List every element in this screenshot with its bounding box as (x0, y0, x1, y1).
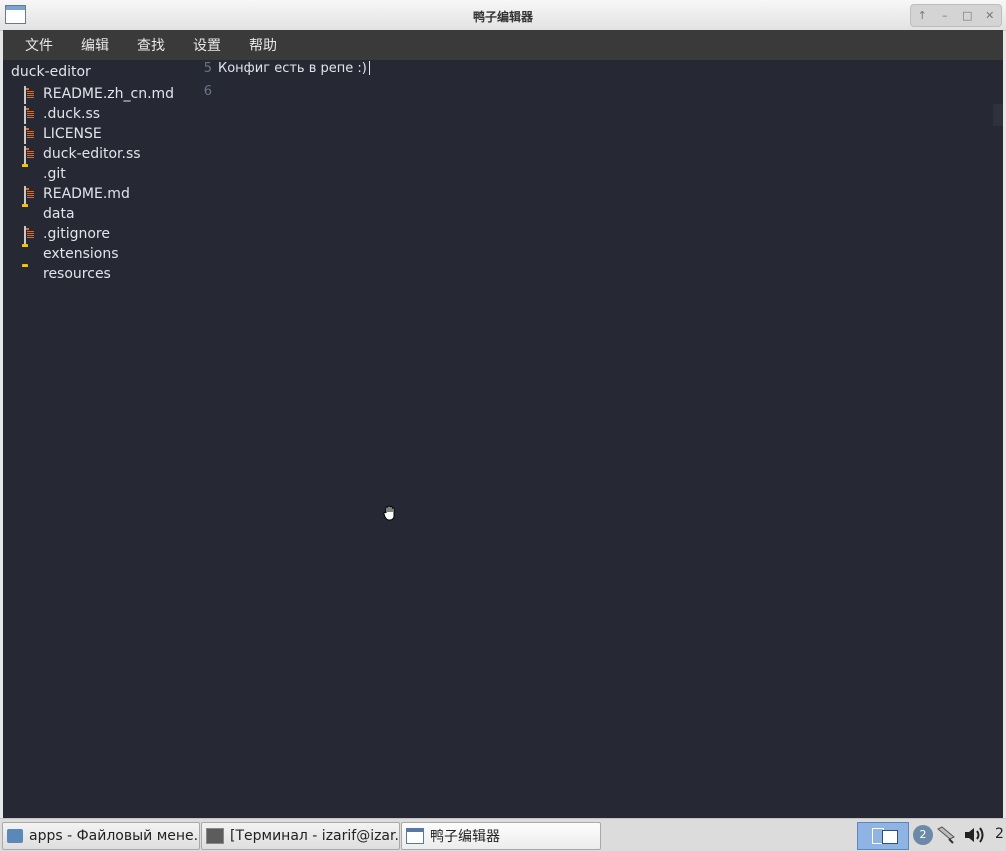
line-text[interactable]: Конфиг есть в репе :) (218, 61, 367, 76)
taskbar: apps - Файловый мене... [Терминал - izar… (0, 818, 1006, 851)
tree-item-label: .git (43, 166, 66, 182)
menu-find[interactable]: 查找 (121, 35, 181, 55)
tree-item-label: duck-editor.ss (43, 146, 141, 162)
tree-item-label: resources (43, 266, 111, 282)
menu-settings[interactable]: 设置 (177, 35, 237, 55)
tree-item-label: LICENSE (43, 126, 102, 142)
folder-icon (7, 829, 23, 843)
file-icon (24, 146, 26, 164)
tree-item[interactable]: data (22, 204, 174, 224)
tree-item[interactable]: resources (22, 264, 174, 284)
tree-item[interactable]: README.md (22, 184, 174, 204)
task-terminal[interactable]: [Терминал - izarif@izar... (201, 822, 400, 850)
line-number: 6 (203, 83, 212, 99)
tree-item[interactable]: LICENSE (22, 124, 174, 144)
tree-item-label: README.zh_cn.md (43, 86, 175, 102)
close-button[interactable]: ✕ (981, 7, 999, 25)
tree-list: README.zh_cn.md .duck.ss LICENSE duck-ed… (22, 84, 174, 284)
tree-item-label: .gitignore (43, 226, 110, 242)
menu-help[interactable]: 帮助 (233, 35, 293, 55)
tree-item[interactable]: duck-editor.ss (22, 144, 174, 164)
maximize-button[interactable]: □ (958, 7, 976, 25)
minimize-button[interactable]: – (936, 7, 954, 25)
tree-item-label: README.md (43, 186, 130, 202)
file-icon (24, 86, 26, 104)
tree-root[interactable]: duck-editor (11, 64, 91, 80)
text-cursor (368, 61, 370, 75)
menu-bar: 文件 编辑 查找 设置 帮助 (3, 30, 1003, 60)
scrollbar-thumb[interactable] (993, 104, 1003, 126)
task-duck-editor[interactable]: 鸭子编辑器 (401, 822, 601, 850)
workspace-switcher[interactable] (857, 822, 909, 850)
menu-file[interactable]: 文件 (9, 35, 69, 55)
tree-item[interactable]: .git (22, 164, 174, 184)
editor-main: duck-editor README.zh_cn.md .duck.ss LIC… (3, 60, 1003, 818)
notification-badge[interactable]: 2 (913, 825, 933, 845)
tree-item[interactable]: README.zh_cn.md (22, 84, 174, 104)
window-title: 鸭子编辑器 (472, 10, 533, 24)
line-number: 5 (203, 60, 212, 76)
clock[interactable]: 2 (995, 826, 1004, 842)
file-tree: duck-editor README.zh_cn.md .duck.ss LIC… (3, 60, 198, 818)
tree-item[interactable]: extensions (22, 244, 174, 264)
tree-item-label: extensions (43, 246, 119, 262)
terminal-icon (206, 828, 224, 844)
editor-line[interactable]: 5 Конфиг есть в репе :) (198, 57, 370, 79)
task-label: 鸭子编辑器 (430, 829, 500, 845)
keep-above-button[interactable]: ↑ (913, 7, 931, 25)
network-icon[interactable] (935, 825, 957, 845)
file-icon (24, 106, 26, 124)
tree-item-label: .duck.ss (43, 106, 101, 122)
menu-edit[interactable]: 编辑 (65, 35, 125, 55)
task-label: apps - Файловый мене... (29, 828, 200, 844)
tree-item-label: data (43, 206, 75, 222)
tree-item[interactable]: .gitignore (22, 224, 174, 244)
task-file-manager[interactable]: apps - Файловый мене... (2, 822, 200, 850)
volume-icon[interactable] (963, 825, 987, 845)
text-editor[interactable]: 5 Конфиг есть в репе :) 6 (198, 60, 1003, 818)
file-icon (24, 186, 26, 204)
hand-cursor-icon (383, 505, 395, 521)
file-icon (24, 226, 26, 244)
editor-line[interactable]: 6 (198, 80, 218, 102)
task-label: [Терминал - izarif@izar... (230, 828, 400, 844)
workspace-icon (882, 830, 898, 844)
tree-item[interactable]: .duck.ss (22, 104, 174, 124)
window-controls: ↑ – □ ✕ (910, 4, 1002, 27)
window-titlebar[interactable]: 鸭子编辑器 ↑ – □ ✕ (0, 0, 1006, 31)
window-icon (406, 828, 424, 844)
file-icon (24, 126, 26, 144)
